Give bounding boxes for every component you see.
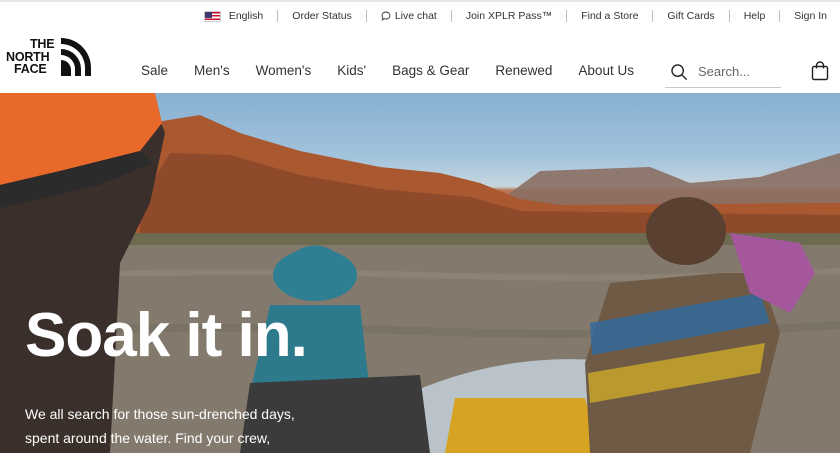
divider [566,10,568,22]
nav-renewed[interactable]: Renewed [495,63,552,78]
utility-links: English Order Status Live chat Join XPLR… [203,10,827,22]
hero-banner[interactable]: Soak it in. We all search for those sun-… [0,93,840,453]
nav-about-us[interactable]: About Us [578,63,634,78]
nav-womens[interactable]: Women's [256,63,312,78]
the-north-face-logo[interactable]: THE NORTH FACE [6,37,91,78]
search-input[interactable] [698,64,778,79]
divider [728,10,730,22]
half-dome-logo-icon [61,38,91,76]
divider [365,10,367,22]
main-navigation: Sale Men's Women's Kids' Bags & Gear Ren… [141,63,660,78]
order-status-label: Order Status [292,10,352,22]
divider [652,10,654,22]
sign-in-label: Sign In [794,10,827,22]
xplr-pass-label: Join XPLR Pass™ [465,10,553,22]
utility-bar: English Order Status Live chat Join XPLR… [0,0,840,34]
find-store-link[interactable]: Find a Store [581,10,638,22]
us-flag-icon [203,10,221,22]
logo-line-1: THE [30,37,55,51]
chat-bubble-icon [381,11,391,21]
order-status-link[interactable]: Order Status [292,10,352,22]
help-label: Help [743,10,766,22]
nav-bags-gear[interactable]: Bags & Gear [392,63,469,78]
sign-in-link[interactable]: Sign In [794,10,827,22]
divider [277,10,279,22]
logo-line-3: FACE [14,62,47,76]
live-chat-label: Live chat [394,10,437,22]
xplr-pass-link[interactable]: Join XPLR Pass™ [466,10,552,22]
nav-mens[interactable]: Men's [194,63,230,78]
help-link[interactable]: Help [744,10,766,22]
divider [779,10,781,22]
shopping-bag-icon[interactable] [811,61,829,81]
hero-photo [0,93,840,453]
top-divider [0,0,840,2]
find-store-label: Find a Store [581,10,639,22]
gift-cards-link[interactable]: Gift Cards [667,10,714,22]
search-box [665,56,781,88]
live-chat-link[interactable]: Live chat [381,10,437,22]
hero-description: We all search for those sun-drenched day… [25,402,295,450]
gift-cards-label: Gift Cards [667,10,715,22]
hero-title: Soak it in. [25,301,308,370]
hero-copy-line-2: spent around the water. Find your crew, [25,430,271,446]
nav-sale[interactable]: Sale [141,63,168,78]
hero-copy-line-1: We all search for those sun-drenched day… [25,406,295,422]
language-label: English [228,10,264,22]
nav-kids[interactable]: Kids' [337,63,366,78]
divider [450,10,452,22]
language-selector[interactable]: English [203,10,264,22]
search-icon[interactable] [670,63,688,81]
